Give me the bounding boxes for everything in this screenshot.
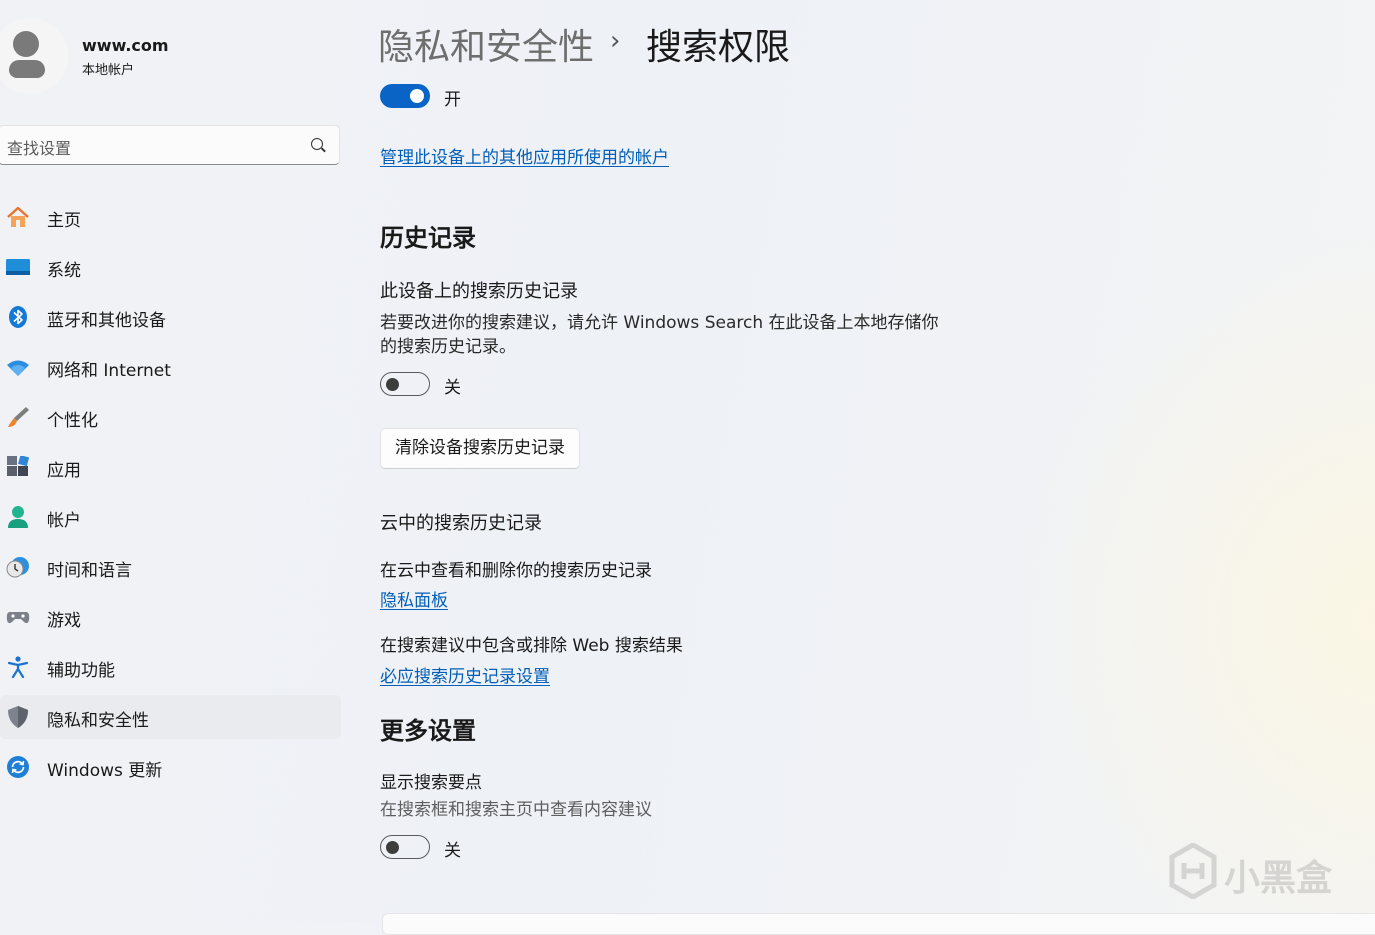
cloud-view-delete-text: 在云中查看和删除你的搜索历史记录 [380,561,652,581]
settings-search-input[interactable]: 查找设置 [0,125,340,165]
toggle-knob [410,89,424,103]
search-highlights-toggle[interactable] [380,835,430,859]
more-settings-section-title: 更多设置 [380,717,476,745]
sidebar-item-label: 系统 [47,261,81,281]
device-history-toggle[interactable] [380,372,430,396]
sidebar-item-label: 主页 [47,211,81,231]
breadcrumb-parent[interactable]: 隐私和安全性 [378,18,594,70]
cloud-history-title: 云中的搜索历史记录 [380,513,542,534]
clear-device-history-button[interactable]: 清除设备搜索历史记录 [380,428,580,469]
system-icon [6,259,30,275]
sidebar-item-label: 帐户 [47,511,81,531]
sidebar-item-personalization[interactable]: 个性化 [0,395,341,439]
sidebar-item-bluetooth[interactable]: 蓝牙和其他设备 [0,295,341,339]
search-highlights-title: 显示搜索要点 [380,773,482,793]
sidebar-item-label: 隐私和安全性 [47,711,149,731]
device-history-description: 若要改进你的搜索建议，请允许 Windows Search 在此设备上本地存储你… [380,313,939,357]
sidebar-item-label: 蓝牙和其他设备 [47,311,166,331]
bing-history-settings-link[interactable]: 必应搜索历史记录设置 [380,662,550,687]
toggle-state-label: 关 [444,378,461,398]
apps-icon [7,456,30,476]
breadcrumb-separator: › [610,26,621,56]
sidebar-item-network[interactable]: 网络和 Internet [0,345,341,389]
avatar-head [13,31,39,57]
windows-update-icon [7,756,29,778]
account-type: 本地帐户 [82,63,135,78]
wifi-icon [7,360,29,376]
user-avatar[interactable] [0,18,68,94]
bluetooth-icon [9,306,27,328]
sidebar-item-label: 网络和 Internet [47,361,171,381]
history-section-title: 历史记录 [380,224,476,252]
sidebar-item-apps[interactable]: 应用 [0,445,341,489]
toggle-state-label: 关 [444,841,461,861]
search-icon[interactable] [311,138,323,150]
accessibility-icon [7,656,29,678]
page-title: 搜索权限 [646,27,791,68]
watermark: 小黑盒 [1168,842,1338,900]
toggle-knob [386,840,399,854]
sidebar-item-windows-update[interactable]: Windows 更新 [0,745,341,789]
brush-icon [8,407,29,427]
watermark-text: 小黑盒 [1224,858,1333,899]
toggle-knob [386,377,399,391]
home-icon [7,206,29,227]
sidebar-item-privacy-security[interactable]: 隐私和安全性 [0,695,341,739]
avatar-body [9,60,45,78]
account-icon [8,506,28,528]
web-results-text: 在搜索建议中包含或排除 Web 搜索结果 [380,636,683,656]
search-permission-toggle[interactable] [380,84,430,108]
search-placeholder: 查找设置 [7,139,72,158]
watermark-logo-icon [1169,842,1217,900]
shield-icon [8,706,28,728]
privacy-dashboard-link[interactable]: 隐私面板 [380,586,448,611]
sidebar-item-home[interactable]: 主页 [0,195,341,239]
search-highlights-description: 在搜索框和搜索主页中查看内容建议 [380,800,652,820]
user-name: www.com [82,36,169,55]
sidebar-item-accounts[interactable]: 帐户 [0,495,341,539]
sidebar-item-label: 个性化 [47,411,98,431]
sidebar-item-label: 时间和语言 [47,561,132,581]
sidebar-item-time-language[interactable]: 时间和语言 [0,545,341,589]
manage-accounts-link[interactable]: 管理此设备上的其他应用所使用的帐户 [380,143,669,168]
sidebar-item-label: 辅助功能 [47,661,115,681]
toggle-state-label: 开 [444,90,461,110]
sidebar-item-gaming[interactable]: 游戏 [0,595,341,639]
sidebar-item-label: Windows 更新 [47,761,163,781]
gamepad-icon [6,612,30,624]
settings-card [382,913,1375,935]
sidebar-item-system[interactable]: 系统 [0,245,341,289]
sidebar-item-accessibility[interactable]: 辅助功能 [0,645,341,689]
sidebar-item-label: 应用 [47,461,81,481]
sidebar-item-label: 游戏 [47,611,81,631]
time-language-icon [6,557,29,578]
device-history-title: 此设备上的搜索历史记录 [380,281,578,302]
